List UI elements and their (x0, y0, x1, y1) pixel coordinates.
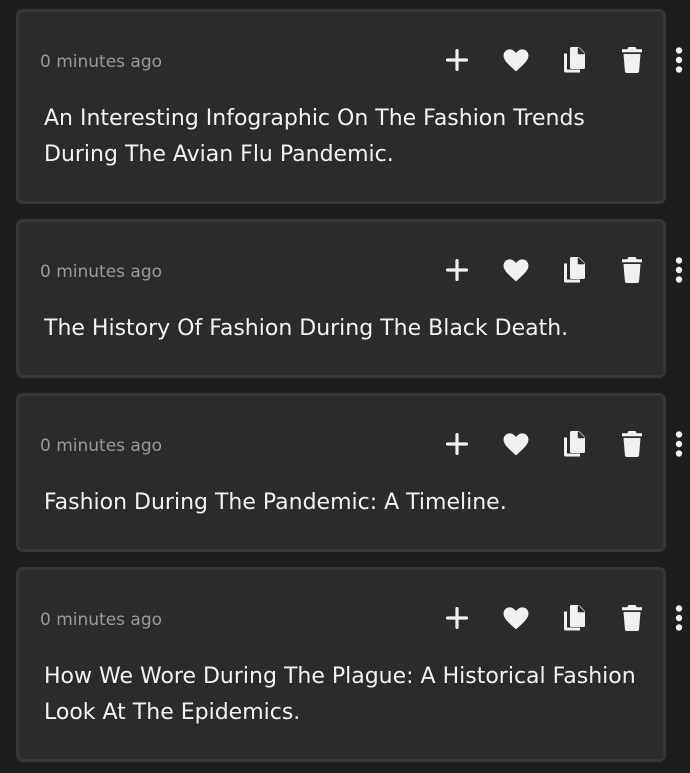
idea-card: 0 minutes ago The History Of Fashion Dur… (16, 219, 683, 378)
card-actions (363, 603, 683, 633)
more-vertical-icon (675, 431, 683, 457)
trash-icon (622, 47, 642, 73)
plus-icon (446, 259, 468, 281)
copy-icon (564, 605, 585, 631)
copy-icon (564, 257, 585, 283)
idea-title: How We Wore During The Plague: A Histori… (44, 664, 636, 725)
idea-card: 0 minutes ago How We Wore During The Pla… (16, 567, 683, 762)
more-vertical-icon (675, 257, 683, 283)
more-vertical-icon (675, 605, 683, 631)
timestamp: 0 minutes ago (40, 52, 163, 72)
plus-icon (446, 607, 468, 629)
timestamp: 0 minutes ago (40, 262, 163, 282)
card-actions (363, 429, 683, 459)
idea-card: 0 minutes ago An Interesting Infographic… (16, 9, 683, 204)
copy-button[interactable] (559, 255, 589, 285)
like-button[interactable] (501, 45, 531, 75)
delete-button[interactable] (617, 429, 647, 459)
heart-icon (503, 258, 529, 281)
more-options-button[interactable] (667, 429, 690, 459)
copy-button[interactable] (559, 45, 589, 75)
trash-icon (622, 431, 642, 457)
like-button[interactable] (501, 429, 531, 459)
like-button[interactable] (501, 255, 531, 285)
idea-card: 0 minutes ago Fashion During The Pandemi… (16, 393, 683, 552)
heart-icon (503, 432, 529, 455)
add-button[interactable] (442, 429, 472, 459)
delete-button[interactable] (617, 603, 647, 633)
more-options-button[interactable] (667, 603, 690, 633)
add-button[interactable] (442, 45, 472, 75)
copy-button[interactable] (559, 603, 589, 633)
timestamp: 0 minutes ago (40, 610, 163, 630)
delete-button[interactable] (617, 255, 647, 285)
more-options-button[interactable] (667, 45, 690, 75)
add-button[interactable] (442, 255, 472, 285)
idea-title: Fashion During The Pandemic: A Timeline. (44, 490, 507, 515)
idea-title: An Interesting Infographic On The Fashio… (44, 106, 585, 167)
copy-icon (564, 431, 585, 457)
like-button[interactable] (501, 603, 531, 633)
heart-icon (503, 606, 529, 629)
add-button[interactable] (442, 603, 472, 633)
copy-icon (564, 47, 585, 73)
delete-button[interactable] (617, 45, 647, 75)
copy-button[interactable] (559, 429, 589, 459)
card-actions (363, 45, 683, 75)
heart-icon (503, 48, 529, 71)
plus-icon (446, 49, 468, 71)
idea-title: The History Of Fashion During The Black … (44, 316, 569, 341)
plus-icon (446, 433, 468, 455)
trash-icon (622, 257, 642, 283)
card-actions (363, 255, 683, 285)
timestamp: 0 minutes ago (40, 436, 163, 456)
trash-icon (622, 605, 642, 631)
more-vertical-icon (675, 47, 683, 73)
more-options-button[interactable] (667, 255, 690, 285)
